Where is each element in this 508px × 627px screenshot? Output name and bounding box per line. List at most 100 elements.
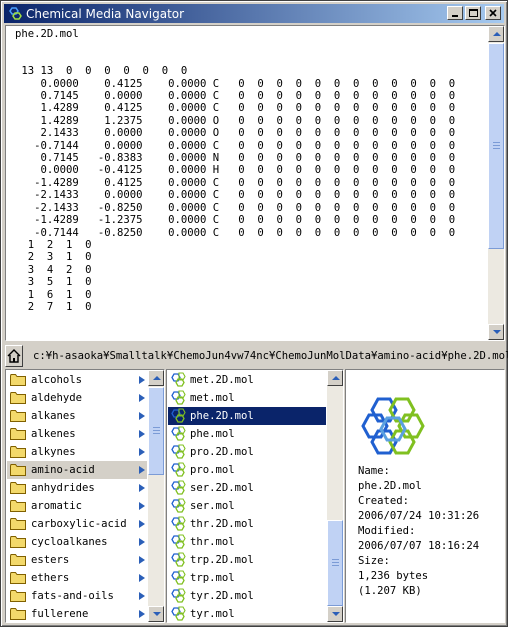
expand-arrow-icon[interactable] <box>139 592 145 600</box>
created-value: 2006/07/24 10:31:26 <box>358 510 480 522</box>
file-item[interactable]: met.mol <box>168 389 326 407</box>
size-bytes: 1,236 bytes <box>358 570 429 582</box>
editor-scrollbar[interactable] <box>488 26 504 340</box>
expand-arrow-icon[interactable] <box>139 394 145 402</box>
folder-item[interactable]: alkenes <box>7 425 147 443</box>
file-label: tyr.2D.mol <box>190 590 254 602</box>
folder-label: fats-and-oils <box>31 590 114 602</box>
folder-icon <box>10 536 26 548</box>
file-info-text: Name: phe.2D.mol Created: 2006/07/24 10:… <box>358 464 479 599</box>
file-label: phe.2D.mol <box>190 410 254 422</box>
file-item[interactable]: met.2D.mol <box>168 371 326 389</box>
expand-arrow-icon[interactable] <box>139 502 145 510</box>
folder-scroll-down-button[interactable] <box>148 606 164 622</box>
file-label: ser.2D.mol <box>190 482 254 494</box>
close-button[interactable] <box>485 6 501 20</box>
folder-item[interactable]: alcohols <box>7 371 147 389</box>
file-scroll-thumb[interactable] <box>327 520 343 606</box>
created-label: Created: <box>358 495 410 507</box>
file-info-panel: Name: phe.2D.mol Created: 2006/07/24 10:… <box>345 369 505 623</box>
expand-arrow-icon[interactable] <box>139 538 145 546</box>
expand-arrow-icon[interactable] <box>139 574 145 582</box>
minimize-icon <box>452 15 458 17</box>
file-scrollbar[interactable] <box>327 370 343 622</box>
editor-scroll-up-button[interactable] <box>488 26 504 42</box>
expand-arrow-icon[interactable] <box>139 556 145 564</box>
file-list: met.2D.mol met.mol phe.2D.mol phe.mol pro.2D… <box>166 369 344 623</box>
molecule-file-icon <box>171 534 186 549</box>
folder-icon <box>10 500 26 512</box>
folder-item[interactable]: carboxylic-acid <box>7 515 147 533</box>
molecule-file-icon <box>171 588 186 603</box>
expand-arrow-icon[interactable] <box>139 448 145 456</box>
folder-icon <box>10 464 26 476</box>
maximize-icon <box>469 9 478 17</box>
expand-arrow-icon[interactable] <box>139 412 145 420</box>
file-label: ser.mol <box>190 500 235 512</box>
expand-arrow-icon[interactable] <box>139 430 145 438</box>
file-label: thr.mol <box>190 536 235 548</box>
folder-scroll-thumb[interactable] <box>148 387 164 475</box>
folder-item[interactable]: cycloalkanes <box>7 533 147 551</box>
minimize-button[interactable] <box>447 6 463 20</box>
file-label: thr.2D.mol <box>190 518 254 530</box>
file-item[interactable]: tyr.mol <box>168 605 326 622</box>
home-button[interactable] <box>5 345 23 367</box>
folder-icon <box>10 518 26 530</box>
folder-icon <box>10 554 26 566</box>
file-label: pro.2D.mol <box>190 446 254 458</box>
file-item[interactable]: thr.2D.mol <box>168 515 326 533</box>
folder-icon <box>10 590 26 602</box>
file-item[interactable]: tyr.2D.mol <box>168 587 326 605</box>
file-item[interactable]: pro.2D.mol <box>168 443 326 461</box>
expand-arrow-icon[interactable] <box>139 520 145 528</box>
folder-item[interactable]: esters <box>7 551 147 569</box>
file-scroll-down-button[interactable] <box>327 606 343 622</box>
file-item[interactable]: pro.mol <box>168 461 326 479</box>
expand-arrow-icon[interactable] <box>139 484 145 492</box>
arrow-up-icon <box>332 376 340 380</box>
folder-icon <box>10 446 26 458</box>
editor-scroll-down-button[interactable] <box>488 324 504 340</box>
folder-icon <box>10 410 26 422</box>
folder-item[interactable]: anhydrides <box>7 479 147 497</box>
folder-item[interactable]: aromatic <box>7 497 147 515</box>
file-item[interactable]: trp.2D.mol <box>168 551 326 569</box>
editor-scroll-thumb[interactable] <box>488 43 504 249</box>
folder-scroll-up-button[interactable] <box>148 370 164 386</box>
mol-file-editor[interactable]: phe.2D.mol 13 13 0 0 0 0 0 0 0 0.0000 0.… <box>5 25 505 341</box>
file-item[interactable]: ser.mol <box>168 497 326 515</box>
folder-item[interactable]: fats-and-oils <box>7 587 147 605</box>
folder-item[interactable]: ethers <box>7 569 147 587</box>
molecule-file-icon <box>171 570 186 585</box>
file-item[interactable]: trp.mol <box>168 569 326 587</box>
close-icon <box>489 9 497 17</box>
folder-item[interactable]: amino-acid <box>7 461 147 479</box>
file-item[interactable]: ser.2D.mol <box>168 479 326 497</box>
file-item[interactable]: phe.2D.mol <box>168 407 326 425</box>
current-path: c:¥h-asaoka¥Smalltalk¥ChemoJun4vw74nc¥Ch… <box>33 350 508 362</box>
folder-item[interactable]: fullerene <box>7 605 147 622</box>
file-item[interactable]: phe.mol <box>168 425 326 443</box>
expand-arrow-icon[interactable] <box>139 610 145 618</box>
expand-arrow-icon[interactable] <box>139 376 145 384</box>
folder-item[interactable]: alkynes <box>7 443 147 461</box>
name-label: Name: <box>358 465 390 477</box>
maximize-button[interactable] <box>465 6 481 20</box>
folder-item[interactable]: aldehyde <box>7 389 147 407</box>
folder-icon <box>10 392 26 404</box>
file-item[interactable]: thr.mol <box>168 533 326 551</box>
folder-label: amino-acid <box>31 464 95 476</box>
molecule-file-icon <box>171 426 186 441</box>
file-label: met.mol <box>190 392 235 404</box>
folder-label: carboxylic-acid <box>31 518 127 530</box>
file-scroll-up-button[interactable] <box>327 370 343 386</box>
path-bar: c:¥h-asaoka¥Smalltalk¥ChemoJun4vw74nc¥Ch… <box>5 344 508 368</box>
folder-label: aromatic <box>31 500 83 512</box>
folder-item[interactable]: alkanes <box>7 407 147 425</box>
expand-arrow-icon[interactable] <box>139 466 145 474</box>
title-bar[interactable]: Chemical Media Navigator <box>4 4 504 23</box>
folder-scrollbar[interactable] <box>148 370 164 622</box>
window-controls <box>445 6 501 20</box>
mol-file-content[interactable]: phe.2D.mol 13 13 0 0 0 0 0 0 0 0.0000 0.… <box>15 28 487 340</box>
